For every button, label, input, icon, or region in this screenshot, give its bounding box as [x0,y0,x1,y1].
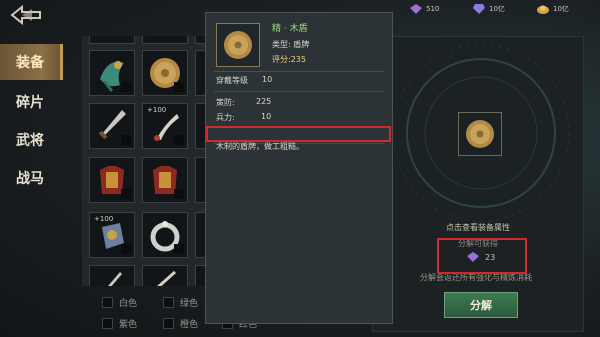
item-description: 木制的盾牌，做工粗糙。 [216,142,304,151]
tab-equipment[interactable]: 装备 [0,44,63,80]
inventory-slot[interactable] [142,265,188,286]
checkbox[interactable] [102,297,113,308]
quality-corner [121,244,131,254]
tab-generals-label: 武将 [16,133,44,149]
preview-slot[interactable] [458,112,502,156]
tab-horses-label: 战马 [16,171,44,187]
inventory-slot[interactable] [142,157,188,203]
spear-icon [156,270,176,286]
currency-crystal: 510 [410,0,439,18]
back-arrow-icon [10,4,41,26]
enhance-level-label: +100 [94,215,114,223]
inventory-slot[interactable]: +100 [142,103,188,149]
inventory-slot[interactable] [89,157,135,203]
inventory-slot[interactable] [142,36,188,44]
quality-corner [174,189,184,199]
enhance-level-label: +100 [147,106,167,114]
quality-corner [174,244,184,254]
decompose-panel [372,36,584,332]
inventory-slot[interactable] [142,212,188,258]
quality-corner [121,189,131,199]
violet-gem-icon [473,4,485,14]
filter-label: 白色 [119,299,138,309]
gold-ingot-icon [537,5,549,14]
tab-equipment-label: 装备 [16,55,44,71]
tab-fragments-label: 碎片 [16,95,44,111]
highlight-box-empty-stat [206,126,391,142]
item-icon-frame [216,23,260,67]
purple-crystal-icon [410,4,422,14]
view-attributes-hint: 点击查看装备属性 [446,223,510,232]
wooden-shield-icon [466,120,494,148]
wooden-shield-icon [224,31,252,59]
filter-label: 橙色 [180,320,199,330]
tab-horses[interactable]: 战马 [0,160,60,196]
inventory-slot[interactable]: +100 [89,212,135,258]
inventory-slot[interactable] [89,265,135,286]
inventory-slot[interactable] [142,50,188,96]
quality-corner [121,135,131,145]
filter-purple[interactable]: 紫色 [102,317,137,330]
stat-defense-value: 225 [256,97,272,106]
item-score: 评分:235 [272,55,306,64]
quality-corner [121,82,131,92]
highlight-box-reward [437,238,527,274]
rune-circle-decoration [392,44,570,222]
currency-gem: 10亿 [473,0,505,18]
tab-generals[interactable]: 武将 [0,122,60,158]
quality-corner [174,82,184,92]
wear-level-value: 10 [262,75,273,84]
dagger-icon [108,272,122,286]
decompose-button-label: 分解 [470,299,492,312]
tab-fragments[interactable]: 碎片 [0,84,60,120]
currency-gold: 10亿 [537,0,569,18]
filter-label: 绿色 [180,299,199,309]
filter-white[interactable]: 白色 [102,296,137,309]
currency-gold-amount: 10亿 [553,5,569,13]
stat-troops-label: 兵力: [216,113,235,122]
divider [214,91,384,92]
currency-crystal-amount: 510 [426,5,440,13]
back-button[interactable] [8,4,44,26]
inventory-slot[interactable] [89,103,135,149]
checkbox[interactable] [102,318,113,329]
item-tooltip: 精 · 木盾 类型: 盾牌 评分:235 穿戴等级 10 策防: 225 兵力:… [205,12,393,324]
checkbox[interactable] [163,297,174,308]
inventory-slot[interactable] [89,50,135,96]
checkbox[interactable] [163,318,174,329]
item-name: 精 · 木盾 [272,24,308,34]
wear-level-label: 穿戴等级 [216,76,248,85]
stat-troops-value: 10 [261,112,272,121]
decompose-button[interactable]: 分解 [444,292,518,318]
filter-label: 紫色 [119,320,138,330]
stat-defense-label: 策防: [216,98,235,107]
filter-green[interactable]: 绿色 [163,296,198,309]
inventory-grid: +100 +100 [82,36,212,286]
currency-gem-amount: 10亿 [489,5,505,13]
item-type: 类型: 盾牌 [272,40,310,49]
quality-corner [174,135,184,145]
divider [214,71,384,72]
filter-orange[interactable]: 橙色 [163,317,198,330]
inventory-slot[interactable] [89,36,135,44]
